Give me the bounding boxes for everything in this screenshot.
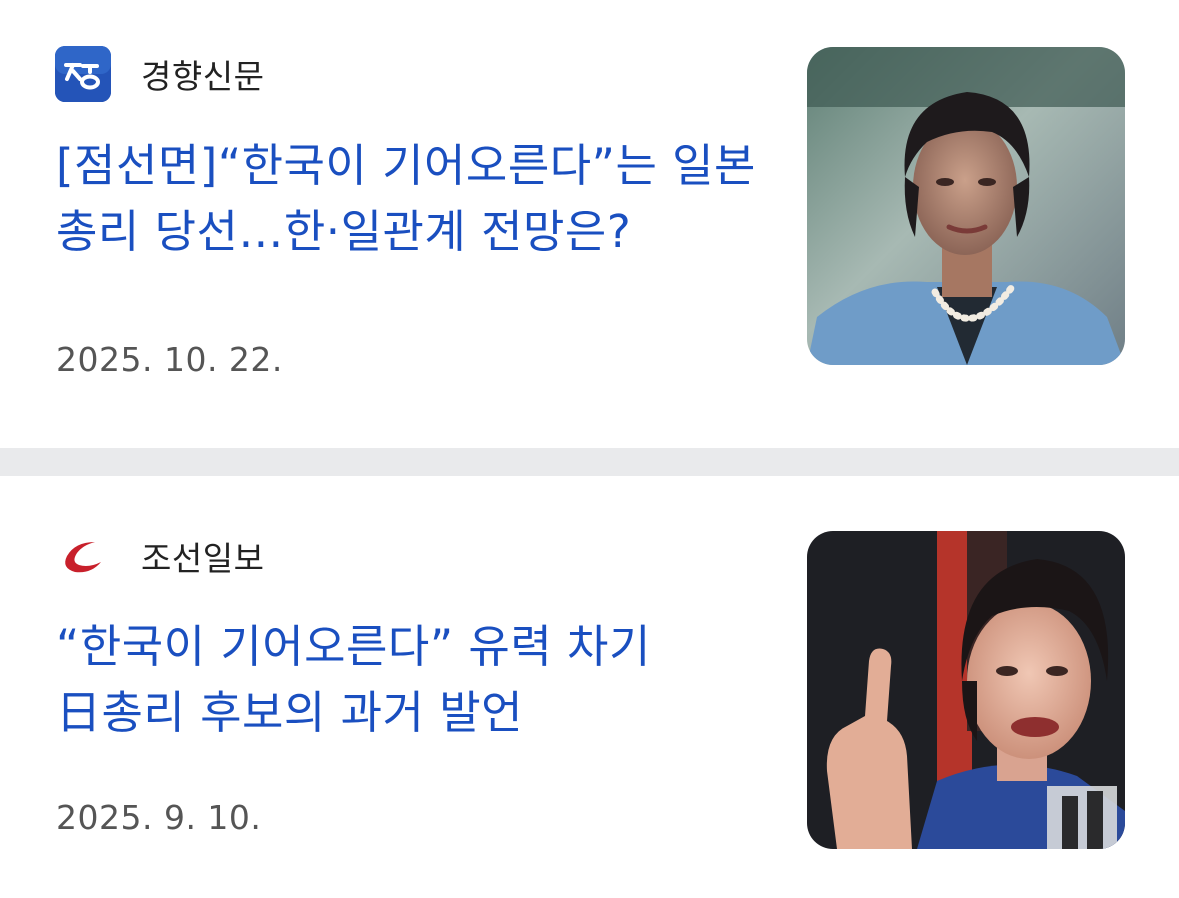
article-date: 2025. 10. 22. [56, 340, 283, 379]
source-name: 조선일보 [141, 539, 265, 578]
chosun-logo-icon [55, 528, 111, 584]
article-thumbnail[interactable] [807, 47, 1125, 365]
article-date: 2025. 9. 10. [56, 798, 262, 837]
source-name: 경향신문 [141, 57, 265, 96]
kyunghyang-logo-icon [55, 46, 111, 102]
article-headline[interactable]: [점선면]“한국이 기어오른다”는 일본 총리 당선…한·일관계 전망은? [56, 133, 756, 265]
news-card[interactable]: 조선일보 “한국이 기어오른다” 유력 차기 日총리 후보의 과거 발언 202… [0, 476, 1179, 898]
news-card[interactable]: 경향신문 [점선면]“한국이 기어오른다”는 일본 총리 당선…한·일관계 전망… [0, 0, 1179, 448]
news-feed: 경향신문 [점선면]“한국이 기어오른다”는 일본 총리 당선…한·일관계 전망… [0, 0, 1179, 898]
source-row[interactable]: 경향신문 [55, 46, 264, 102]
section-divider [0, 448, 1179, 476]
article-headline[interactable]: “한국이 기어오른다” 유력 차기 日총리 후보의 과거 발언 [56, 614, 756, 746]
article-thumbnail[interactable] [807, 531, 1125, 849]
source-row[interactable]: 조선일보 [55, 528, 264, 584]
